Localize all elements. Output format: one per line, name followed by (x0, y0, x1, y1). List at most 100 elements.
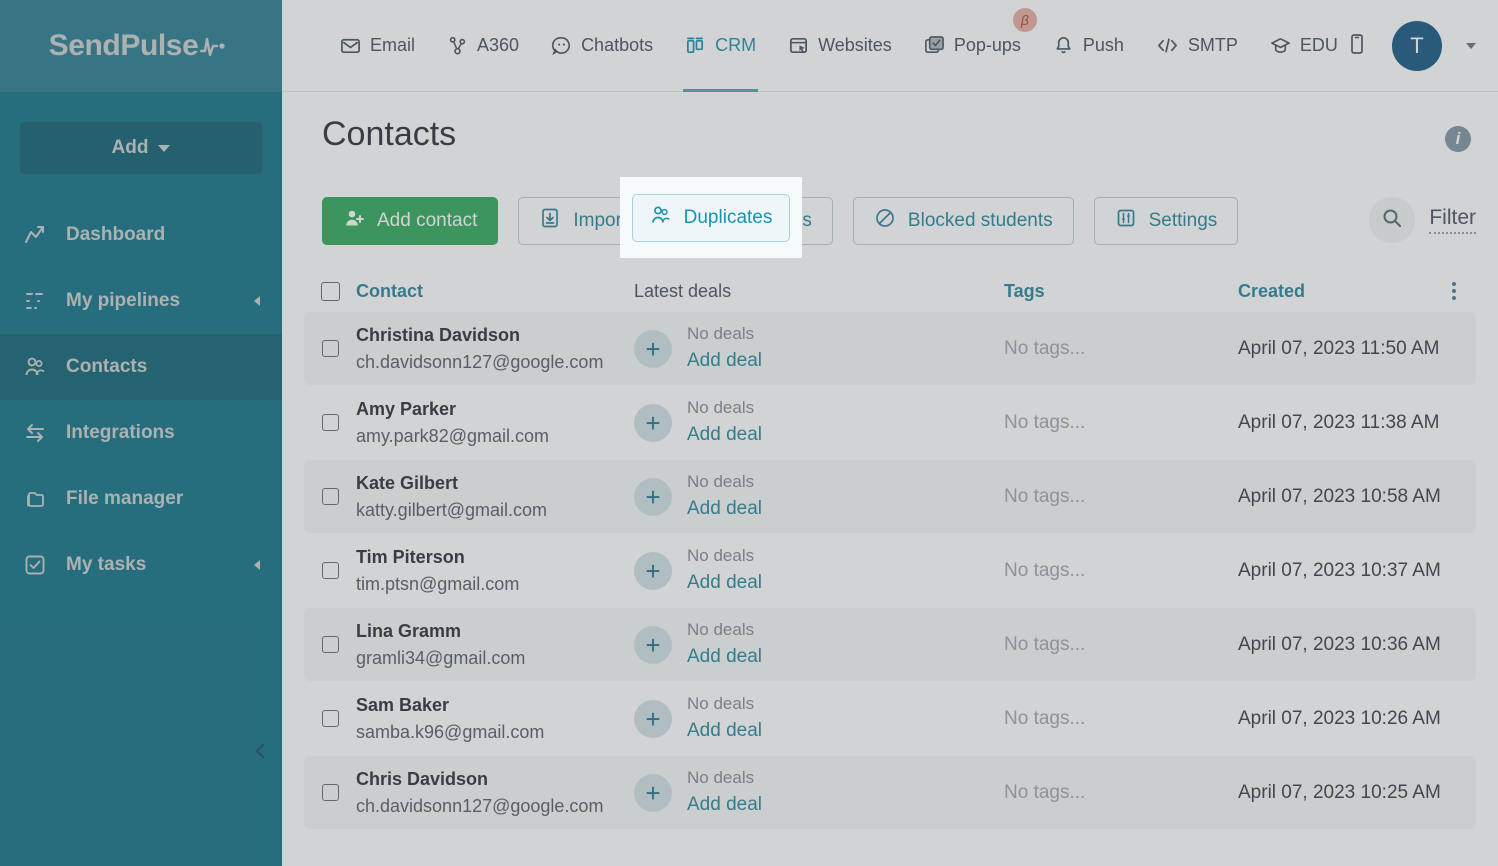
row-checkbox[interactable] (321, 784, 339, 801)
deals-cell: + No deals Add deal (634, 396, 1004, 448)
topnav-item-label: Chatbots (581, 35, 654, 55)
sidebar-item-label: File manager (66, 488, 184, 509)
tags-cell[interactable]: No tags... (1004, 338, 1238, 360)
table-body: Christina Davidson ch.davidsonn127@google… (304, 312, 1476, 829)
brand-logo[interactable]: SendPulse (0, 0, 282, 92)
topnav-item-a360[interactable]: A360 (431, 0, 535, 92)
add-deal-link[interactable]: Add deal (687, 495, 762, 523)
topnav-item-chatbots[interactable]: Chatbots (535, 0, 669, 92)
topnav-item-label: Pop-ups (953, 35, 1021, 55)
row-checkbox[interactable] (321, 414, 339, 431)
row-checkbox[interactable] (321, 488, 339, 505)
topnav-item-edu[interactable]: EDU (1254, 0, 1354, 92)
topnav-item-smtp[interactable]: SMTP (1140, 0, 1254, 92)
table-row[interactable]: Christina Davidson ch.davidsonn127@google… (304, 312, 1476, 385)
tags-cell[interactable]: No tags... (1004, 708, 1238, 730)
add-deal-link[interactable]: Add deal (687, 569, 762, 597)
add-deal-plus-icon[interactable]: + (634, 403, 672, 442)
add-deal-plus-icon[interactable]: + (634, 625, 672, 664)
created-value: April 07, 2023 10:37 AM (1238, 559, 1441, 581)
row-checkbox[interactable] (321, 340, 339, 357)
contact-cell: Kate Gilbert katty.gilbert@gmail.com (356, 470, 634, 522)
info-icon[interactable]: i (1445, 126, 1471, 152)
row-checkbox[interactable] (321, 562, 339, 579)
add-deal-plus-icon[interactable]: + (634, 551, 672, 590)
topnav-item-label: Websites (818, 35, 892, 55)
contacts-table: Contact Latest deals Tags Created Christ… (304, 270, 1476, 830)
avatar[interactable]: T (1392, 21, 1442, 71)
add-deal-link[interactable]: Add deal (687, 717, 762, 745)
sidebar-collapse-button[interactable] (248, 740, 274, 766)
code-icon (1156, 35, 1179, 56)
add-button[interactable]: Add (20, 122, 262, 174)
table-row[interactable]: Lina Gramm gramli34@gmail.com + No deals Add… (304, 608, 1476, 681)
contact-name: Amy Parker (356, 399, 457, 420)
row-select-cell (304, 636, 356, 653)
column-header-created[interactable]: Created (1238, 281, 1448, 302)
envelope-icon (340, 35, 361, 56)
table-row[interactable]: Amy Parker amy.park82@gmail.com + No deals A… (304, 386, 1476, 459)
sidebar-item-contacts[interactable]: Contacts (0, 334, 282, 400)
topnav-item-label: EDU (1299, 35, 1338, 55)
deal-text-group: No deals Add deal (687, 544, 762, 596)
tags-cell[interactable]: No tags... (1004, 486, 1238, 508)
add-deal-link[interactable]: Add deal (687, 347, 762, 375)
filter-button[interactable]: Filter (1429, 206, 1476, 234)
table-row[interactable]: Chris Davidson ch.davidsonn127@google.com… (304, 756, 1476, 829)
topnav-item-popups[interactable]: Pop-ups β (908, 0, 1037, 92)
add-button-label: Add (111, 137, 149, 158)
row-checkbox[interactable] (321, 636, 339, 653)
sidebar-item-file-manager[interactable]: File manager (0, 466, 282, 532)
select-all-checkbox[interactable] (320, 281, 340, 301)
deals-status: No deals (687, 472, 755, 492)
add-deal-plus-icon[interactable]: + (634, 329, 672, 368)
column-header-contact[interactable]: Contact (356, 281, 634, 302)
column-header-latest-deals[interactable]: Latest deals (634, 281, 1004, 302)
people-icon (22, 354, 48, 380)
tags-cell[interactable]: No tags... (1004, 412, 1238, 434)
topnav-item-email[interactable]: Email (324, 0, 431, 92)
add-deal-plus-icon[interactable]: + (634, 477, 672, 516)
row-checkbox[interactable] (321, 710, 339, 727)
kanban-icon (685, 35, 706, 56)
popup-icon (924, 35, 945, 56)
topnav-item-websites[interactable]: Websites (772, 0, 908, 92)
topnav-item-crm[interactable]: CRM (669, 0, 772, 92)
tags-cell[interactable]: No tags... (1004, 634, 1238, 656)
search-button[interactable] (1369, 197, 1416, 243)
table-row[interactable]: Tim Piterson tim.ptsn@gmail.com + No deals A… (304, 534, 1476, 607)
add-deal-link[interactable]: Add deal (687, 421, 762, 449)
add-deal-plus-icon[interactable]: + (634, 699, 672, 738)
duplicates-button-highlighted[interactable]: Duplicates (632, 194, 790, 242)
add-contact-button[interactable]: Add contact (322, 197, 499, 245)
contact-email: samba.k96@gmail.com (356, 721, 545, 742)
row-select-cell (304, 784, 356, 801)
settings-button[interactable]: Settings (1093, 197, 1239, 245)
kebab-menu-icon[interactable] (1448, 278, 1460, 304)
search-icon (1380, 206, 1404, 235)
topnav-item-push[interactable]: Push (1037, 0, 1140, 92)
add-deal-plus-icon[interactable]: + (634, 773, 672, 812)
tags-cell[interactable]: No tags... (1004, 782, 1238, 804)
add-deal-link[interactable]: Add deal (687, 791, 762, 819)
blocked-students-button[interactable]: Blocked students (852, 197, 1074, 245)
table-row[interactable]: Kate Gilbert katty.gilbert@gmail.com + No d… (304, 460, 1476, 533)
created-cell: April 07, 2023 10:25 AM (1238, 782, 1448, 804)
add-deal-link[interactable]: Add deal (687, 643, 762, 671)
column-header-menu (1448, 278, 1466, 304)
sidebar-item-dashboard[interactable]: Dashboard (0, 202, 282, 268)
sidebar-item-label: Dashboard (66, 224, 166, 245)
sidebar-item-my-pipelines[interactable]: My pipelines (0, 268, 282, 334)
import-icon (539, 207, 561, 235)
nodes-icon (447, 35, 468, 56)
sidebar-item-my-tasks[interactable]: My tasks (0, 532, 282, 598)
sidebar-item-label: My tasks (66, 554, 147, 575)
chevron-down-icon[interactable] (1466, 43, 1476, 49)
column-header-tags[interactable]: Tags (1004, 281, 1238, 302)
sidebar-item-integrations[interactable]: Integrations (0, 400, 282, 466)
topnav-right-section: T (1346, 0, 1476, 92)
table-row[interactable]: Sam Baker samba.k96@gmail.com + No deals Add… (304, 682, 1476, 755)
tags-cell[interactable]: No tags... (1004, 560, 1238, 582)
mobile-phone-icon[interactable] (1346, 32, 1368, 61)
sidebar-item-label: Integrations (66, 422, 175, 443)
